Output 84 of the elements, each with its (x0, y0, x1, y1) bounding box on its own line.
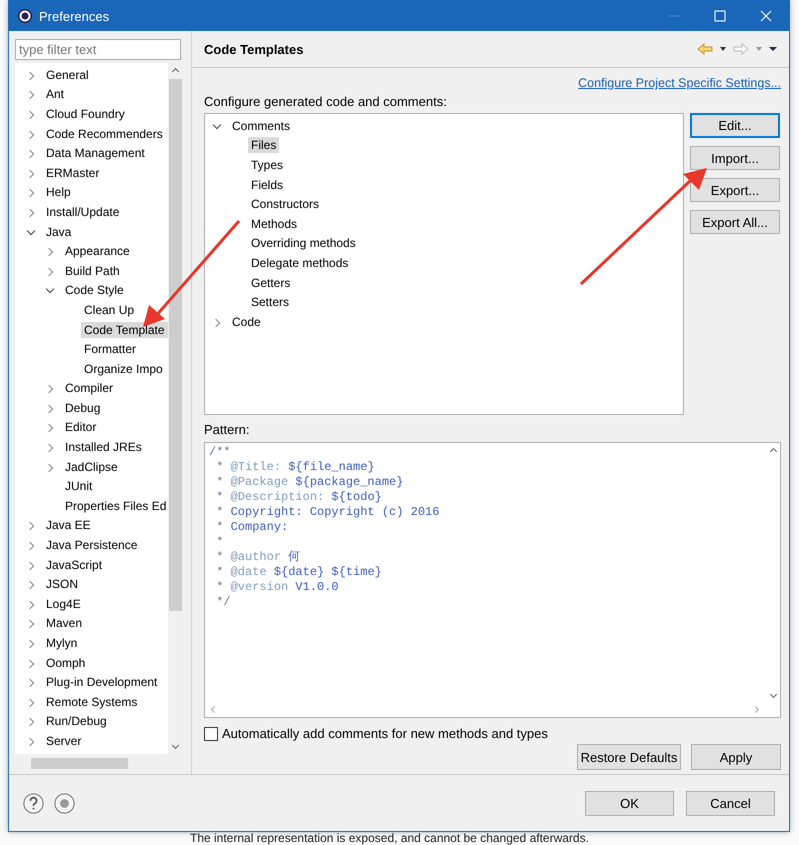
tree-item[interactable]: Clean Up (81, 302, 138, 318)
tree-item[interactable]: Code Template (81, 322, 168, 338)
tree-item[interactable]: Organize Impo (81, 360, 166, 377)
scroll-thumb[interactable] (31, 758, 128, 769)
code-line: * Company: (215, 520, 290, 535)
tree-item[interactable]: Code (229, 314, 264, 330)
tree-item[interactable]: Data Management (43, 145, 148, 162)
tree-item[interactable]: Help (43, 184, 74, 200)
tree-item[interactable]: ERMaster (43, 164, 102, 181)
menu-icon[interactable] (769, 46, 777, 52)
filter-field[interactable]: type filter text (15, 39, 181, 60)
code-line: * (215, 535, 224, 550)
tree-item[interactable]: Debug (62, 400, 104, 416)
tree-item[interactable]: Run/Debug (43, 713, 110, 730)
tree-item[interactable]: Code Style (62, 282, 127, 298)
tree-item[interactable]: JavaScript (43, 556, 106, 573)
configure-link[interactable]: Configure Project Specific Settings... (578, 76, 781, 90)
checkbox[interactable] (204, 726, 218, 740)
button[interactable]: Restore Defaults (577, 744, 681, 770)
tree-item[interactable]: Mylyn (43, 635, 80, 652)
tree-item[interactable]: Java Persistence (43, 537, 140, 554)
tree-item[interactable]: Getters (248, 274, 294, 291)
tree-item[interactable]: Overriding methods (248, 235, 359, 252)
button[interactable]: Cancel (686, 790, 775, 816)
scroll-thumb[interactable] (169, 79, 182, 611)
tree-item[interactable]: Comments (229, 118, 294, 134)
tree-item[interactable]: Types (248, 156, 286, 173)
tree-item[interactable]: JadClipse (62, 458, 121, 475)
tree-item[interactable]: Server (43, 732, 84, 749)
tree-item[interactable]: Maven (43, 615, 86, 632)
tree-item[interactable]: Fields (248, 176, 286, 193)
description-text: Configure generated code and comments: (204, 94, 448, 109)
back-arrow-icon[interactable] (697, 43, 713, 55)
tree-item[interactable]: Remote Systems (43, 694, 140, 710)
tree-item[interactable]: Properties Files Ed (62, 498, 168, 514)
tree-item[interactable]: Installed JREs (62, 439, 145, 456)
code-line: /** (209, 445, 232, 460)
window-title: Preferences (39, 8, 110, 24)
dropdown-icon[interactable] (719, 46, 727, 52)
code-line: * @Package ${package_name} (215, 475, 404, 490)
tree-item[interactable]: Code Recommenders (43, 126, 166, 142)
tree-item[interactable]: Editor (62, 419, 100, 436)
button[interactable]: OK (585, 790, 674, 816)
tree-item[interactable]: Oomph (43, 654, 88, 671)
code-line: * @Title: ${file_name} (215, 460, 376, 475)
page-title: Code Templates (204, 42, 304, 56)
checkbox-label: Automatically add comments for new methods and types (222, 726, 548, 741)
code-line: * @date ${date} ${time} (215, 565, 383, 580)
button[interactable]: Apply (691, 744, 781, 770)
tree-item[interactable]: Methods (248, 216, 300, 232)
tree-item[interactable]: Setters (248, 294, 292, 310)
tree-item[interactable]: Delegate methods (248, 254, 352, 271)
pattern-editor[interactable]: /** * @Title: ${file_name} * @Package ${package_name} * @Description: ${todo} * Copyright: Copyright (c) 2016 * Company: * * @author 何 * @date ${date} ${time} * @version V1.0.0 */ (204, 442, 781, 718)
tree-item[interactable]: Install/Update (43, 204, 122, 220)
help-icon[interactable] (23, 792, 44, 814)
tree-item[interactable]: Appearance (62, 243, 133, 260)
code-line: * @version V1.0.0 (215, 580, 340, 595)
tree-item[interactable]: Plug-in Development (43, 674, 160, 690)
button[interactable]: Export All... (690, 210, 780, 234)
code-line: * @Description: ${todo} (215, 490, 383, 505)
background-text: The internal representation is exposed, and cannot be changed afterwards. (190, 831, 589, 845)
tree-item[interactable]: General (43, 66, 92, 83)
pattern-label: Pattern: (204, 422, 251, 437)
scrollbar[interactable] (168, 63, 183, 754)
tree-item[interactable]: Files (248, 137, 280, 154)
record-icon[interactable] (54, 792, 75, 814)
tree-item[interactable]: Java EE (43, 517, 94, 534)
button[interactable]: Import... (690, 146, 780, 170)
tree-item[interactable]: Compiler (62, 380, 116, 396)
tree-item[interactable]: Log4E (43, 596, 84, 612)
tree-item[interactable]: Constructors (248, 196, 322, 212)
tree-item[interactable]: Ant (43, 86, 68, 102)
tree-item[interactable]: Build Path (62, 262, 123, 279)
code-line: */ (215, 595, 232, 610)
tree-item[interactable]: JUnit (62, 478, 96, 494)
code-line: * Copyright: Copyright (c) 2016 (215, 505, 440, 520)
code-line: * @author 何 (215, 550, 302, 565)
tree-item[interactable]: JSON (43, 576, 82, 592)
tree-item[interactable]: Cloud Foundry (43, 106, 128, 122)
button[interactable]: Edit... (690, 113, 780, 138)
button[interactable]: Export... (690, 178, 780, 202)
tree-item[interactable]: Formatter (81, 341, 140, 358)
forward-arrow-icon[interactable] (733, 43, 749, 55)
tree-item[interactable]: Java (43, 224, 74, 240)
